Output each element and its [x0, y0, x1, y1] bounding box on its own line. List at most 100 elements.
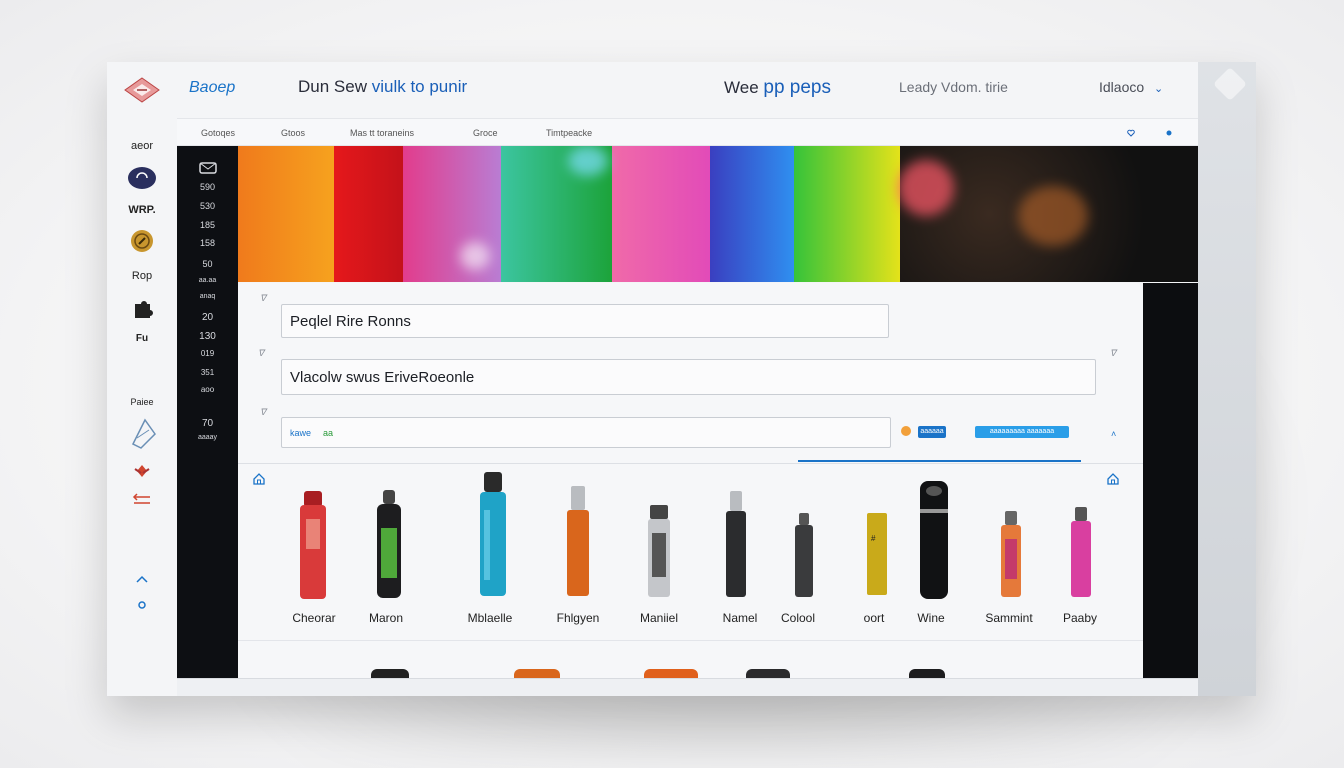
sidebar-label-3[interactable]: Rop — [107, 270, 177, 282]
num-row: aa.aa — [198, 277, 217, 284]
right-rail — [1198, 62, 1256, 696]
profile-badge-icon[interactable] — [127, 166, 157, 190]
wordmark-prefix: Wee — [724, 78, 759, 97]
marker-icon: ∇ — [260, 407, 267, 417]
hero-bokeh — [1018, 186, 1088, 246]
nav-item-3[interactable]: Mas tt toraneins — [350, 128, 414, 138]
hero-bokeh — [898, 160, 954, 216]
product-label[interactable]: Cheorar — [274, 611, 354, 625]
top-bar: Baoep Dun Sew viulk to punir Wee pp peps… — [107, 62, 1198, 118]
wordmark: Wee pp peps — [724, 77, 831, 99]
product-image[interactable] — [563, 484, 593, 598]
num-row: anaq — [199, 293, 216, 300]
tags-field[interactable]: kawe aa — [281, 417, 891, 448]
status-icon[interactable] — [900, 425, 912, 437]
product-label[interactable]: Mblaelle — [450, 611, 530, 625]
flower-icon[interactable] — [127, 461, 157, 481]
sidebar-label-2[interactable]: WRP. — [107, 204, 177, 216]
chevron-up-icon[interactable]: ˄ — [1111, 429, 1116, 439]
document-tool-icon[interactable] — [127, 416, 157, 450]
num-row: aaaay — [197, 434, 218, 441]
product-image[interactable] — [476, 470, 510, 598]
brand-logo-icon[interactable] — [123, 76, 161, 104]
num-row: 130 — [199, 331, 216, 342]
nav-item-1[interactable]: Gotoqes — [201, 128, 235, 138]
product-image[interactable]: # — [864, 511, 890, 597]
product-image[interactable] — [997, 509, 1025, 599]
product-label[interactable]: Colool — [758, 611, 838, 625]
product-image[interactable] — [373, 488, 405, 600]
hero-banner — [238, 146, 1198, 282]
hero-stripe — [794, 146, 900, 282]
nav-item-5[interactable]: Timtpeacke — [546, 128, 592, 138]
account-menu[interactable]: Idlaoco ⌄ — [1099, 79, 1163, 95]
num-row: 019 — [200, 349, 215, 358]
circle-indicator-icon[interactable] — [127, 599, 157, 611]
chip-button[interactable]: aaaaaa — [918, 426, 946, 438]
hero-stripe — [334, 146, 403, 282]
nav-item-2[interactable]: Gtoos — [281, 128, 305, 138]
product-image[interactable] — [791, 511, 817, 599]
double-arrow-icon[interactable] — [127, 493, 157, 507]
marker-icon: ∇ — [260, 293, 267, 303]
home-icon[interactable] — [1106, 472, 1120, 486]
divider — [238, 463, 1143, 464]
sidebar: aeor WRP. Rop Fu Paiee — [107, 118, 177, 696]
wordmark-accent: pp peps — [763, 77, 832, 98]
description-field[interactable]: Vlacolw swus EriveRoeonle — [281, 359, 1096, 395]
coin-icon[interactable] — [127, 229, 157, 253]
product-name-field[interactable]: Peqlel Rire Ronns — [281, 304, 889, 338]
num-row: 185 — [199, 220, 216, 230]
headline-prefix: Dun Sew — [298, 77, 367, 96]
brand-name[interactable]: Baoep — [189, 79, 235, 97]
active-tab-underline — [798, 460, 1081, 462]
product-image[interactable] — [916, 479, 952, 601]
numbers-column: 590 530 185 158 50 aa.aa anaq 20 130 019… — [177, 146, 238, 678]
main-panel: ∇ Peqlel Rire Ronns ∇ Vlacolw swus Erive… — [238, 283, 1143, 681]
account-name: Idlaoco — [1099, 79, 1145, 95]
hero-bokeh — [460, 242, 490, 270]
product-image[interactable] — [644, 503, 674, 599]
nav-item-4[interactable]: Groce — [473, 128, 498, 138]
num-row: 20 — [201, 312, 214, 323]
product-image[interactable] — [722, 489, 750, 599]
hero-stripe — [710, 146, 794, 282]
chevron-up-icon[interactable] — [127, 573, 157, 585]
tag-1[interactable]: kawe — [290, 428, 311, 438]
marker-icon: ∇ — [1110, 348, 1117, 358]
glare-shape — [1213, 67, 1247, 101]
num-row: 530 — [199, 201, 216, 211]
num-row: 351 — [200, 368, 215, 377]
sidebar-label-5[interactable]: Paiee — [107, 397, 177, 407]
product-image[interactable] — [298, 489, 330, 601]
panel-right-shade — [1143, 283, 1198, 678]
product-label[interactable]: Maron — [346, 611, 426, 625]
svg-text:#: # — [871, 534, 876, 543]
bottom-bar — [177, 678, 1198, 696]
num-row: aoo — [200, 385, 215, 394]
page-headline: Dun Sew viulk to punir — [298, 77, 467, 97]
product-label[interactable]: Maniiel — [619, 611, 699, 625]
chevron-down-icon: ⌄ — [1154, 83, 1164, 95]
mail-icon[interactable] — [199, 162, 217, 174]
notification-dot-icon[interactable] — [1165, 129, 1173, 137]
num-row: 70 — [201, 418, 214, 429]
home-icon[interactable] — [252, 472, 266, 486]
sidebar-label-4[interactable]: Fu — [107, 333, 177, 344]
tag-2[interactable]: aa — [323, 428, 333, 438]
heart-icon[interactable] — [1127, 129, 1135, 137]
product-label[interactable]: Fhlgyen — [538, 611, 618, 625]
product-label[interactable]: Sammint — [969, 611, 1049, 625]
stage: Baoep Dun Sew viulk to punir Wee pp peps… — [0, 0, 1344, 768]
chip-button[interactable]: aaaaaaaaa aaaaaaa — [975, 426, 1069, 438]
product-label[interactable]: Wine — [891, 611, 971, 625]
puzzle-icon[interactable] — [127, 298, 157, 322]
product-image[interactable] — [1067, 505, 1095, 599]
marker-icon: ∇ — [258, 348, 265, 358]
sidebar-label-1[interactable]: aeor — [107, 140, 177, 152]
num-row: 590 — [199, 182, 216, 192]
product-label[interactable]: Paaby — [1040, 611, 1120, 625]
app-window: Baoep Dun Sew viulk to punir Wee pp peps… — [107, 62, 1256, 696]
language-selector[interactable]: Leady Vdom. tirie — [899, 79, 1008, 95]
num-row: 158 — [199, 238, 216, 248]
